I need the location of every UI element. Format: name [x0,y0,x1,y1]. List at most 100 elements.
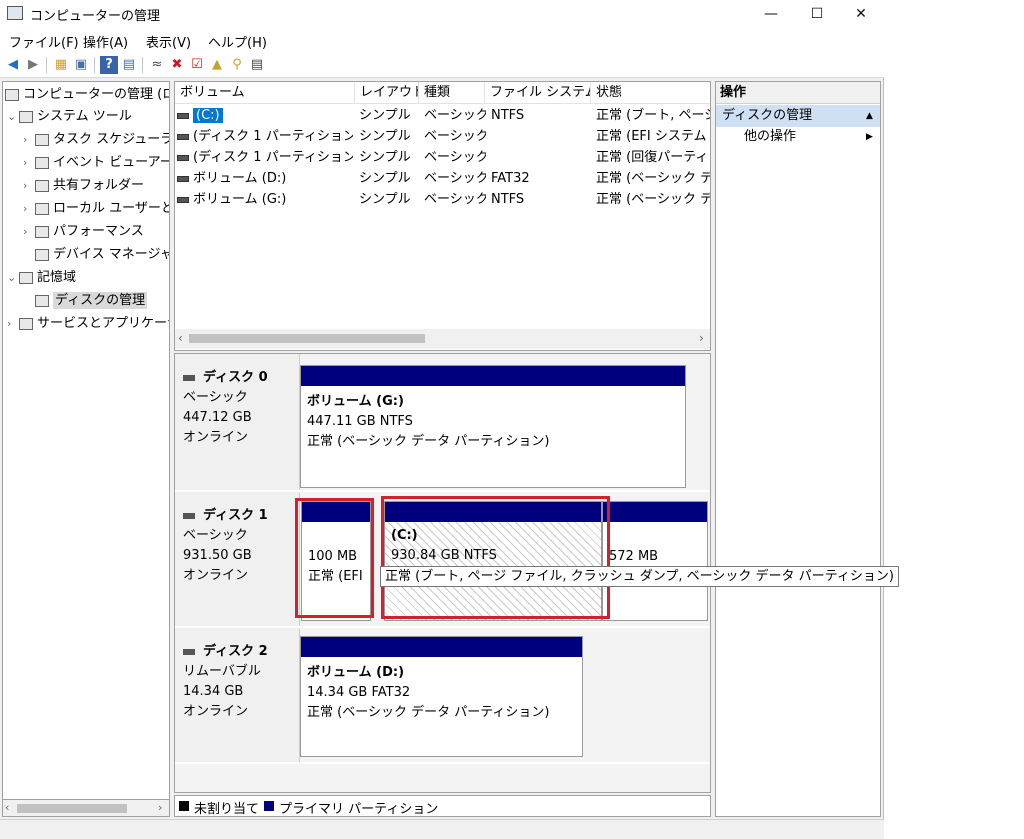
unallocated-swatch [179,801,189,811]
partition-size: 447.11 GB NTFS [307,414,413,429]
status-cell: 正常 (回復パーティ [596,150,709,165]
primary-swatch [264,801,274,811]
connect-icon[interactable]: ≈ [148,56,166,74]
forward-arrow-icon[interactable]: ▶ [24,56,42,74]
partition-name: ボリューム (D:) [307,665,405,680]
disk-icon [183,374,195,381]
tree-item-event-viewer[interactable]: › イベント ビューアー [23,152,169,174]
scroll-left-icon[interactable]: ‹ [5,801,9,814]
menu-view[interactable]: 表示(V) [146,32,191,51]
disk-size: 931.50 GB [183,548,252,563]
tree-item-task-scheduler[interactable]: › タスク スケジューラ [23,129,169,151]
table-row[interactable]: ボリューム (G:) シンプル ベーシック NTFS 正常 (ベーシック デ [175,189,710,210]
scrollbar-thumb[interactable] [17,804,127,813]
menu-help[interactable]: ヘルプ(H) [208,32,267,51]
chevron-right-icon[interactable]: › [23,129,35,151]
column-header-volume[interactable]: ボリューム [175,82,355,104]
partition-recovery[interactable]: 572 MB [602,501,708,621]
disk-management-icon [35,294,49,307]
folder-icon[interactable]: ▲ [208,56,226,74]
maximize-button[interactable]: ☐ [794,0,840,28]
volume-name-cell: (ディスク 1 パーティション 1) [177,126,353,147]
scroll-right-icon[interactable]: › [699,331,704,345]
volume-icon [177,196,189,203]
title-bar: コンピューターの管理 — ☐ ✕ [0,0,884,28]
status-cell: 正常 (ベーシック デ [596,192,710,207]
close-button[interactable]: ✕ [838,0,884,28]
disk-type: ベーシック [183,528,248,543]
type-cell: ベーシック [424,192,486,207]
disk-info[interactable]: ディスク 1 ベーシック 931.50 GB オンライン [175,492,300,626]
up-folder-icon[interactable]: ▦ [52,56,70,74]
collapse-up-icon[interactable]: ▲ [866,105,873,127]
search-icon[interactable]: ⚲ [228,56,246,74]
filesystem-cell: NTFS [491,108,525,123]
chevron-right-icon[interactable]: › [7,313,19,335]
table-row[interactable]: (ディスク 1 パーティション 4) シンプル ベーシック 正常 (回復パーティ [175,147,710,168]
scroll-left-icon[interactable]: ‹ [178,331,183,345]
properties-pane-icon[interactable]: ▤ [120,56,138,74]
column-header-layout[interactable]: レイアウト [355,82,419,104]
partition-bar [301,637,582,657]
disk-pane-empty-area [175,764,710,792]
services-icon [19,317,33,330]
actions-pane: 操作 ディスクの管理 ▲ 他の操作 ▶ [715,81,881,817]
tools-icon [19,110,33,123]
legend-unallocated: 未割り当て [194,802,260,817]
tree-item-system-tools[interactable]: ⌄ システム ツール [7,106,132,128]
disk-name: ディスク 0 [203,370,268,385]
partition-status: 正常 (ベーシック データ パーティション) [307,705,550,720]
tree-item-device-manager[interactable]: デバイス マネージャー [23,244,169,266]
show-hide-tree-icon[interactable]: ▣ [72,56,90,74]
partition-g[interactable]: ボリューム (G:) 447.11 GB NTFS 正常 (ベーシック データ … [300,365,686,488]
delete-icon[interactable]: ✖ [168,56,186,74]
chevron-right-icon[interactable]: › [23,221,35,243]
layout-cell: シンプル [359,150,411,165]
toolbar-separator [46,57,47,73]
column-header-status[interactable]: 状態 [591,82,710,104]
column-header-type[interactable]: 種類 [419,82,485,104]
help-icon[interactable]: ? [100,56,118,74]
volume-list-horizontal-scrollbar[interactable]: ‹ › [175,329,710,349]
tree-item-services-apps[interactable]: ›サービスとアプリケーショ [7,313,169,335]
disk-info[interactable]: ディスク 2 リムーバブル 14.34 GB オンライン [175,628,300,762]
disk-row-2: ディスク 2 リムーバブル 14.34 GB オンライン ボリューム (D:) … [175,628,710,762]
tree-item-local-users[interactable]: ›ローカル ユーザーとグ [23,198,169,220]
table-row[interactable]: (C:) シンプル ベーシック NTFS 正常 (ブート, ページ [175,105,710,126]
column-header-filesystem[interactable]: ファイル システム [485,82,591,104]
disk-status: オンライン [183,704,249,719]
minimize-button[interactable]: — [748,0,794,28]
scrollbar-thumb[interactable] [189,334,425,343]
legend: 未割り当て プライマリ パーティション [174,795,711,817]
tree-item-performance[interactable]: › パフォーマンス [23,221,144,243]
chevron-down-icon[interactable]: ⌄ [7,106,19,128]
chevron-right-icon[interactable]: › [23,152,35,174]
partition-bar [301,366,685,386]
chevron-down-icon[interactable]: ⌄ [7,267,19,289]
tree-item-computer-management[interactable]: コンピューターの管理 (ロー [5,84,169,106]
disk-name: ディスク 1 [203,508,268,523]
actions-more[interactable]: 他の操作 ▶ [744,126,873,148]
tree-item-storage[interactable]: ⌄ 記憶域 [7,267,76,289]
table-row[interactable]: ボリューム (D:) シンプル ベーシック FAT32 正常 (ベーシック デ [175,168,710,189]
tree-horizontal-scrollbar[interactable]: ‹ › [2,799,170,817]
chevron-right-icon[interactable]: › [23,198,35,220]
chevron-right-icon[interactable]: › [23,175,35,197]
menu-file[interactable]: ファイル(F) [9,32,79,51]
tree-item-disk-management[interactable]: ディスクの管理 [23,290,148,312]
partition-d[interactable]: ボリューム (D:) 14.34 GB FAT32 正常 (ベーシック データ … [300,636,583,757]
partition-bar [603,502,707,522]
check-icon[interactable]: ☑ [188,56,206,74]
table-row[interactable]: (ディスク 1 パーティション 1) シンプル ベーシック 正常 (EFI シス… [175,126,710,147]
volume-list: ボリューム レイアウト 種類 ファイル システム 状態 (C:) シンプル ベー… [174,81,711,351]
tree-item-shared-folders[interactable]: › 共有フォルダー [23,175,144,197]
list-icon[interactable]: ▤ [248,56,266,74]
navigation-tree: コンピューターの管理 (ロー ⌄システム ツール ›タスク スケジューラ ›イベ… [2,81,170,817]
menu-action[interactable]: 操作(A) [83,32,128,51]
volume-name-cell: (C:) [177,105,353,126]
disk-name: ディスク 2 [203,644,268,659]
actions-disk-management[interactable]: ディスクの管理 ▲ [716,105,880,127]
scroll-right-icon[interactable]: › [158,801,162,814]
disk-info[interactable]: ディスク 0 ベーシック 447.12 GB オンライン [175,354,300,490]
back-arrow-icon[interactable]: ◀ [4,56,22,74]
